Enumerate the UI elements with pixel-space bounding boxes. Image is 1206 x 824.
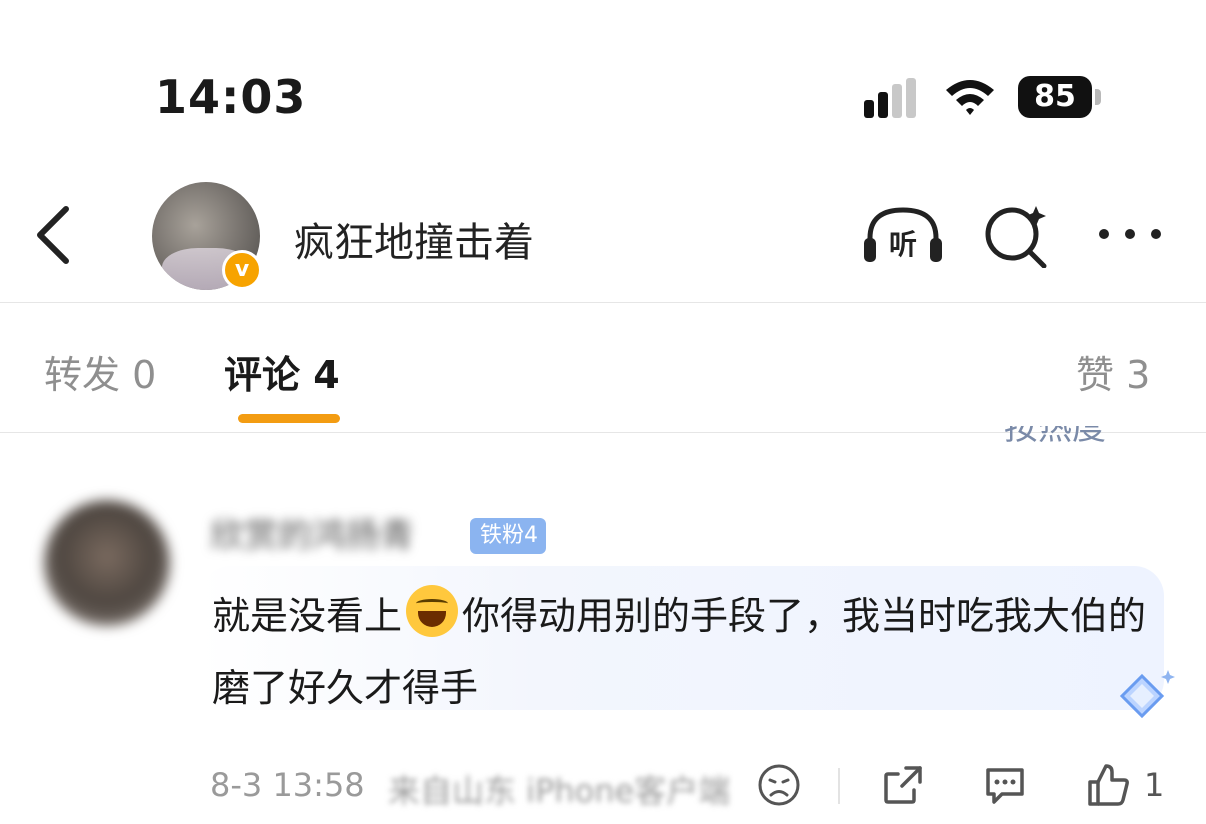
verified-badge: v <box>222 250 262 290</box>
comment-timestamp: 8-3 13:58 <box>210 766 365 804</box>
sad-face-icon[interactable] <box>756 762 802 808</box>
page-title-username[interactable]: 疯狂地撞击着 <box>294 210 534 268</box>
more-options-icon[interactable] <box>1096 222 1164 246</box>
comment-text: 就是没看上 你得动用别的手段了，我当时吃我大伯的磨了好久才得手 <box>212 580 1152 724</box>
action-separator <box>838 768 840 804</box>
back-arrow-icon[interactable] <box>30 203 80 267</box>
laughing-tears-emoji-icon <box>406 585 459 637</box>
listen-headphones-icon[interactable]: 听 <box>862 204 944 266</box>
thumbs-up-icon[interactable] <box>1086 762 1132 808</box>
search-sparkle-icon[interactable] <box>984 202 1050 268</box>
commenter-name[interactable]: 欣赏的鸿扬青 <box>210 508 414 557</box>
tab-comments[interactable]: 评论 4 <box>224 344 340 399</box>
sort-label: 按热度 <box>1004 426 1106 446</box>
fan-level-badge: 铁粉4 <box>470 518 546 554</box>
share-icon[interactable] <box>880 762 926 808</box>
like-count: 1 <box>1144 766 1165 804</box>
cellular-signal-icon <box>864 78 916 118</box>
tab-repost[interactable]: 转发 0 <box>44 344 156 399</box>
diamond-decoration-icon <box>1119 670 1175 719</box>
commenter-avatar[interactable] <box>44 500 170 626</box>
header-divider <box>0 302 1206 303</box>
wifi-icon <box>946 80 994 115</box>
comment-text-part1: 就是没看上 <box>212 594 403 638</box>
tab-likes[interactable]: 赞 3 <box>1076 344 1150 399</box>
listen-label: 听 <box>889 228 917 261</box>
active-tab-indicator <box>238 414 340 423</box>
battery-level: 85 <box>1018 76 1092 118</box>
status-time: 14:03 <box>155 70 307 124</box>
sort-by-hot-toggle[interactable]: 按热度 <box>1004 426 1164 446</box>
comment-source: 来自山东 iPhone客户端 <box>388 772 728 810</box>
battery-icon: 85 <box>1018 76 1102 118</box>
reply-comment-icon[interactable] <box>982 762 1028 808</box>
